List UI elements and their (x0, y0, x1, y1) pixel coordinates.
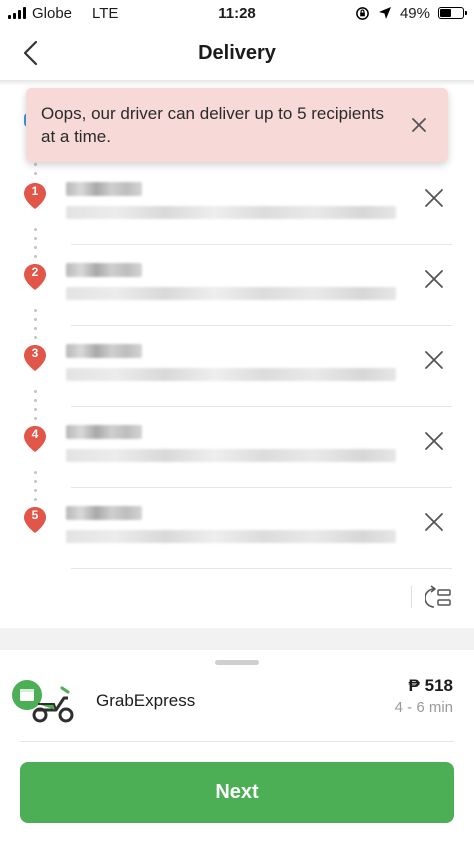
recipient-number: 1 (31, 184, 39, 198)
bottom-sheet: GrabExpress ₱ 518 4 - 6 min Next (0, 650, 474, 843)
route-connector (34, 163, 37, 181)
service-eta: 4 - 6 min (394, 699, 453, 716)
route-connector (34, 471, 37, 507)
recipient-name-redacted (66, 263, 142, 277)
service-price: ₱ 518 (409, 676, 453, 696)
nav-bar: Delivery (0, 26, 474, 80)
recipient-number: 5 (31, 508, 39, 522)
recipient-number: 2 (31, 265, 39, 279)
close-icon (425, 189, 443, 207)
recipient-address-redacted (66, 206, 396, 219)
close-icon (425, 351, 443, 369)
recipient-number: 3 (31, 346, 39, 360)
next-button[interactable]: Next (20, 762, 454, 823)
reorder-button[interactable] (424, 584, 454, 612)
grabexpress-scooter-icon (12, 680, 74, 723)
remove-recipient-button[interactable] (422, 186, 446, 210)
currency-symbol: ₱ (408, 676, 420, 695)
rotation-lock-icon (356, 6, 369, 20)
row-divider (71, 568, 452, 569)
close-icon (425, 432, 443, 450)
close-icon (412, 118, 426, 132)
sheet-drag-handle[interactable] (215, 660, 259, 665)
recipient-row[interactable]: 1 (0, 164, 474, 245)
close-icon (425, 270, 443, 288)
back-button[interactable] (14, 36, 46, 70)
recipient-name-redacted (66, 344, 142, 358)
nav-shadow (0, 80, 474, 86)
recipient-name-redacted (66, 425, 142, 439)
divider (20, 741, 454, 742)
remove-recipient-button[interactable] (422, 348, 446, 372)
remove-recipient-button[interactable] (422, 429, 446, 453)
recipient-address-redacted (66, 368, 396, 381)
recipient-number: 4 (31, 427, 39, 441)
divider (411, 586, 412, 608)
route-connector (34, 228, 37, 264)
status-right: 49% (355, 4, 467, 22)
recipient-address-redacted (66, 449, 396, 462)
battery-percent: 49% (399, 4, 430, 22)
recipient-row[interactable]: 5 (0, 488, 474, 569)
status-left: Globe LTE (8, 5, 118, 22)
recipient-row[interactable]: 4 (0, 407, 474, 488)
signal-icon (8, 7, 26, 19)
route-connector (34, 390, 37, 426)
section-separator (0, 628, 474, 650)
remove-recipient-button[interactable] (422, 267, 446, 291)
battery-icon (438, 7, 467, 19)
toast-message: Oops, our driver can deliver up to 5 rec… (41, 104, 385, 146)
recipient-name-redacted (66, 182, 142, 196)
network-type: LTE (92, 4, 119, 22)
battery-level (440, 9, 451, 17)
error-toast: Oops, our driver can deliver up to 5 rec… (26, 88, 448, 162)
recipient-row[interactable]: 2 (0, 245, 474, 326)
service-name: GrabExpress (96, 691, 196, 710)
close-icon (425, 513, 443, 531)
recipient-address-redacted (66, 287, 396, 300)
location-arrow-icon (378, 7, 391, 19)
toast-close-button[interactable] (408, 114, 430, 136)
remove-recipient-button[interactable] (422, 510, 446, 534)
status-bar: Globe LTE 11:28 49% (0, 0, 474, 26)
route-connector (34, 309, 37, 345)
price-value: 518 (424, 676, 453, 695)
reorder-icon (425, 585, 451, 608)
chevron-left-icon (23, 40, 38, 66)
recipient-address-redacted (66, 530, 396, 543)
recipient-name-redacted (66, 506, 142, 520)
service-option[interactable]: GrabExpress ₱ 518 4 - 6 min (0, 672, 474, 740)
carrier-name: Globe (32, 4, 73, 22)
recipient-row[interactable]: 3 (0, 326, 474, 407)
page-title: Delivery (198, 41, 276, 64)
